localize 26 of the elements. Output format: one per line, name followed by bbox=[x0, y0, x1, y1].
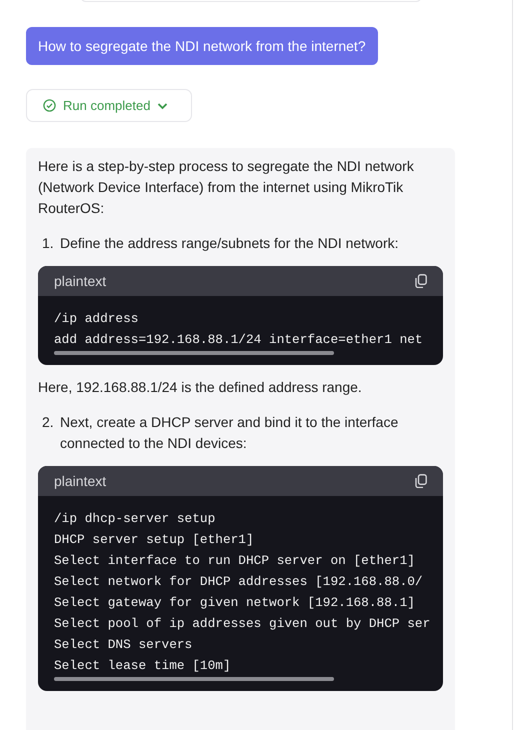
scrollbar-thumb[interactable] bbox=[54, 677, 334, 681]
copy-icon[interactable] bbox=[415, 274, 427, 288]
step-text: Define the address range/subnets for the NDI network: bbox=[60, 234, 399, 253]
step-number: 2. bbox=[42, 413, 55, 432]
code-line: Select network for DHCP addresses [192.168.88.0/ bbox=[54, 573, 424, 591]
code-line: /ip address bbox=[54, 310, 140, 328]
code-line: Select lease time [10m] bbox=[54, 657, 232, 675]
code-line: Select pool of ip addresses given out by DHCP ser bbox=[54, 615, 427, 633]
code-language: plaintext bbox=[54, 273, 106, 289]
code-line: DHCP server setup [ether1] bbox=[54, 531, 255, 549]
copy-icon[interactable] bbox=[415, 474, 427, 488]
step-number: 1. bbox=[42, 234, 55, 253]
step-text: Next, create a DHCP server and bind it to the interface connected to the NDI devices: bbox=[60, 413, 400, 453]
code-line: add address=192.168.88.1/24 interface=ether1 net bbox=[54, 331, 424, 349]
answer-paragraph: Here is a step-by-step process to segregate the NDI network (Network Device Interface) from the internet using MikroTik RouterOS: bbox=[38, 157, 415, 218]
answer-paragraph: Here, 192.168.88.1/24 is the defined address range. bbox=[38, 378, 363, 397]
code-line: Select interface to run DHCP server on [ether1] bbox=[54, 552, 416, 570]
run-status-button[interactable]: Run completed bbox=[26, 89, 192, 122]
code-line: Select DNS servers bbox=[54, 636, 194, 654]
code-language: plaintext bbox=[54, 473, 106, 489]
scrollbar-thumb[interactable] bbox=[54, 351, 334, 355]
code-line: Select gateway for given network [192.168.88.1] bbox=[54, 594, 416, 612]
chevron-icon bbox=[157, 102, 168, 110]
user-message: How to segregate the NDI network from the internet? bbox=[26, 27, 378, 65]
code-line: /ip dhcp-server setup bbox=[54, 510, 216, 528]
check-circle-icon bbox=[43, 99, 56, 112]
